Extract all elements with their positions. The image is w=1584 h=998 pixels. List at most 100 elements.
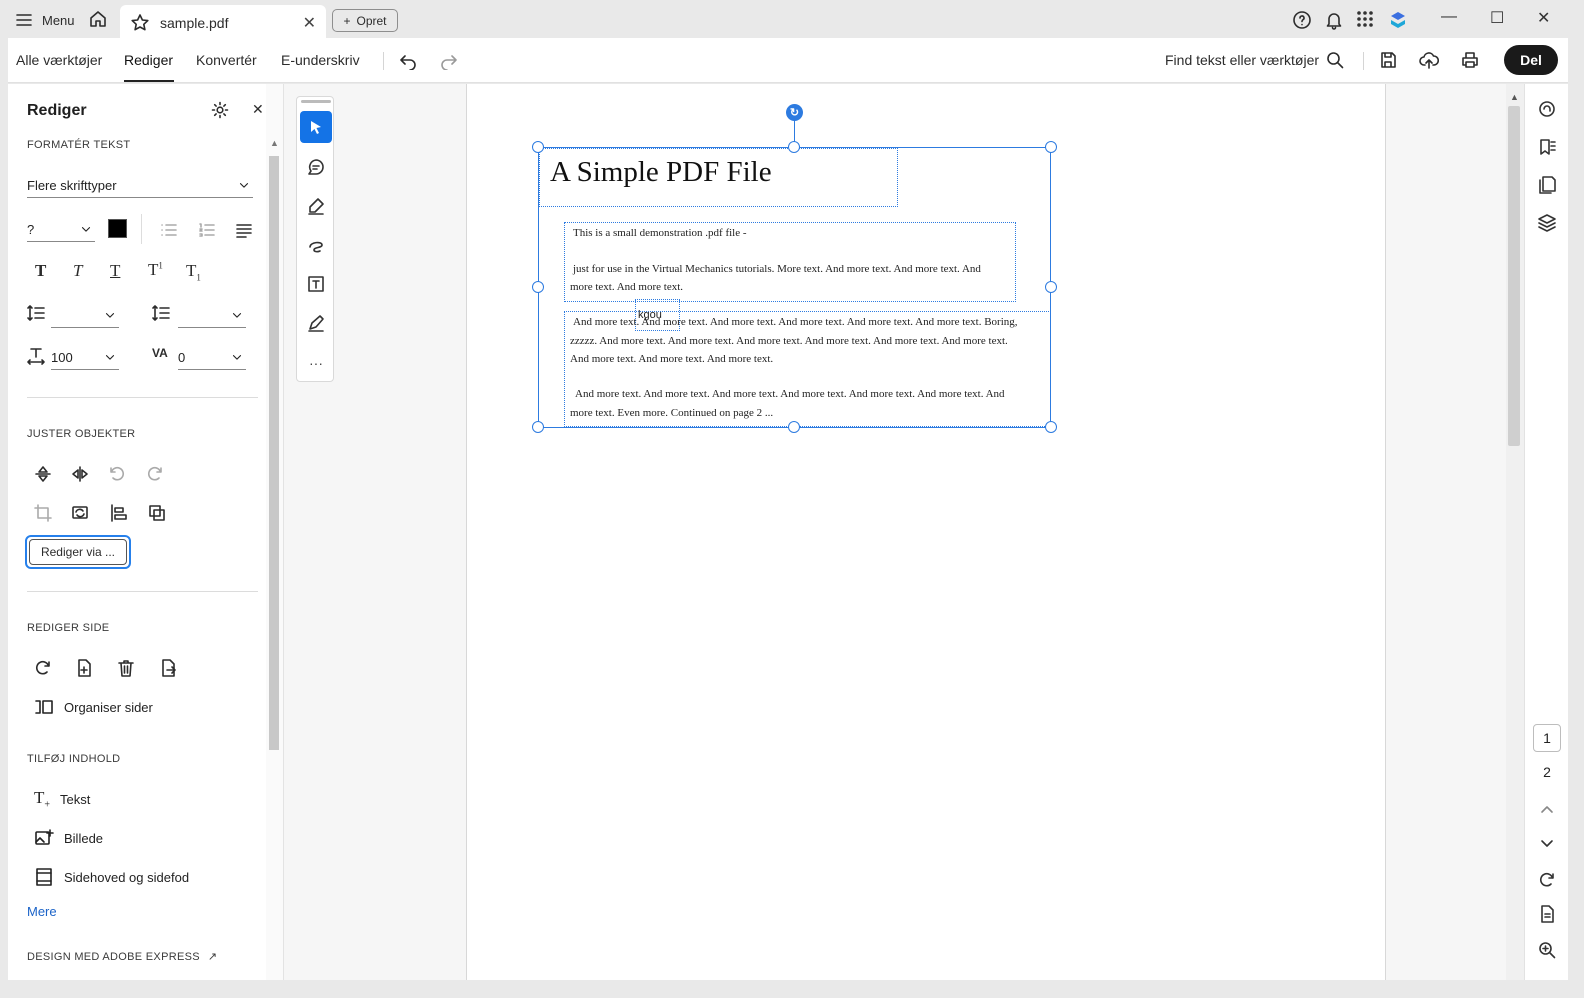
chevron-down-icon[interactable] — [1537, 833, 1557, 853]
page-number-next[interactable]: 2 — [1533, 758, 1561, 786]
font-size-dropdown[interactable]: ? — [27, 218, 95, 242]
page-number-current[interactable]: 1 — [1533, 724, 1561, 752]
flip-horizontal-icon[interactable] — [70, 464, 90, 484]
menu-button[interactable]: Menu — [14, 8, 75, 32]
character-spacing-dropdown[interactable]: 0 — [178, 346, 246, 370]
resize-handle-top[interactable] — [788, 141, 800, 153]
divider — [383, 52, 384, 70]
more-tools-icon[interactable]: ··· — [300, 347, 332, 379]
undo-icon[interactable] — [398, 50, 418, 70]
resize-handle-left[interactable] — [532, 281, 544, 293]
text-color-swatch[interactable] — [108, 219, 127, 238]
ai-chat-icon[interactable] — [1537, 99, 1557, 119]
upload-cloud-icon[interactable] — [1419, 50, 1439, 70]
select-tool-icon[interactable] — [300, 111, 332, 143]
nav-e-sign[interactable]: E-underskriv — [281, 52, 360, 68]
comment-icon[interactable] — [300, 151, 332, 183]
scroll-up-arrow-icon[interactable]: ▲ — [270, 138, 279, 148]
header-footer-button[interactable]: Sidehoved og sidefod — [34, 867, 189, 887]
minimize-icon[interactable]: — — [1441, 8, 1457, 26]
italic-icon[interactable]: T — [73, 261, 82, 281]
highlight-icon[interactable] — [300, 190, 332, 222]
page-fit-icon[interactable] — [1537, 904, 1557, 924]
nav-edit[interactable]: Rediger — [124, 52, 173, 68]
help-icon[interactable] — [1292, 10, 1312, 30]
nav-all-tools[interactable]: Alle værktøjer — [16, 52, 102, 68]
add-image-button[interactable]: Billede — [34, 828, 103, 848]
flip-vertical-icon[interactable] — [33, 464, 53, 484]
maximize-icon[interactable]: ☐ — [1490, 8, 1504, 28]
subscript-icon[interactable]: T1 — [186, 261, 201, 282]
panel-scrollbar-thumb[interactable] — [269, 156, 279, 750]
resize-handle-bottom-right[interactable] — [1045, 421, 1057, 433]
add-text-button[interactable]: T+ Tekst — [34, 788, 90, 810]
document-scrollbar[interactable]: ▲ — [1506, 84, 1524, 980]
superscript-icon[interactable]: T1 — [148, 260, 163, 280]
apps-grid-icon[interactable] — [1356, 10, 1374, 28]
print-icon[interactable] — [1460, 50, 1480, 70]
rotate-page-icon[interactable] — [33, 658, 53, 678]
resize-handle-top-right[interactable] — [1045, 141, 1057, 153]
scroll-up-icon[interactable]: ▲ — [1510, 92, 1519, 102]
insert-page-icon[interactable] — [74, 658, 94, 678]
close-panel-icon[interactable]: ✕ — [252, 101, 264, 118]
underline-icon[interactable]: T — [110, 261, 120, 281]
align-text-icon[interactable] — [234, 220, 254, 240]
paragraph-spacing-dropdown[interactable] — [178, 304, 246, 328]
home-icon[interactable] — [88, 9, 108, 29]
design-with-adobe-express-link[interactable]: DESIGN MED ADOBE EXPRESS ↗ — [27, 950, 217, 964]
horizontal-scale-dropdown[interactable]: 100 — [51, 346, 119, 370]
align-left-objects-icon[interactable] — [109, 503, 129, 523]
rotate-right-icon[interactable] — [145, 464, 165, 484]
panel-scrollbar[interactable]: ▲ — [266, 84, 284, 980]
bold-icon[interactable]: T — [35, 261, 46, 281]
drag-handle[interactable] — [301, 100, 331, 103]
extract-page-icon[interactable] — [158, 658, 178, 678]
font-size-value: ? — [27, 222, 35, 237]
edit-via-label: Rediger via ... — [29, 539, 127, 565]
arrange-icon[interactable] — [147, 503, 167, 523]
selection-box[interactable] — [538, 147, 1051, 428]
rotate-handle-icon[interactable]: ↻ — [786, 104, 803, 121]
bullet-list-icon[interactable] — [159, 220, 179, 240]
document-tab[interactable]: sample.pdf ✕ — [120, 5, 326, 40]
resize-handle-top-left[interactable] — [532, 141, 544, 153]
star-icon[interactable] — [130, 13, 150, 33]
document-scrollbar-thumb[interactable] — [1508, 106, 1520, 446]
nav-convert[interactable]: Konvertér — [196, 52, 257, 68]
sign-icon[interactable] — [300, 307, 332, 339]
resize-handle-bottom-left[interactable] — [532, 421, 544, 433]
layers-icon[interactable] — [1537, 213, 1557, 233]
redo-icon[interactable] — [439, 50, 459, 70]
numbered-list-icon[interactable] — [197, 220, 217, 240]
gear-icon[interactable] — [210, 100, 230, 120]
replace-image-icon[interactable] — [70, 503, 90, 523]
line-spacing-dropdown[interactable] — [51, 304, 119, 328]
resize-handle-bottom[interactable] — [788, 421, 800, 433]
rotate-left-icon[interactable] — [107, 464, 127, 484]
text-box-icon[interactable] — [300, 268, 332, 300]
bookmark-icon[interactable] — [1537, 137, 1557, 157]
create-button[interactable]: + Opret — [332, 9, 398, 32]
refresh-icon[interactable] — [1537, 870, 1557, 890]
close-tab-icon[interactable]: ✕ — [303, 13, 316, 33]
organize-pages-button[interactable]: Organiser sider — [34, 697, 153, 717]
close-window-icon[interactable]: ✕ — [1537, 8, 1550, 28]
resize-handle-right[interactable] — [1045, 281, 1057, 293]
page-thumbnails-icon[interactable] — [1537, 175, 1557, 195]
draw-icon[interactable] — [300, 229, 332, 261]
edit-via-button[interactable]: Rediger via ... — [25, 535, 131, 569]
save-icon[interactable] — [1378, 50, 1398, 70]
bell-icon[interactable] — [1324, 10, 1344, 30]
crop-icon[interactable] — [33, 503, 53, 523]
chevron-up-icon[interactable] — [1537, 800, 1557, 820]
more-link[interactable]: Mere — [27, 904, 57, 919]
find-text-or-tools[interactable]: Find tekst eller værktøjer — [1165, 52, 1319, 68]
ai-assistant-icon[interactable] — [1388, 10, 1408, 30]
share-button[interactable]: Del — [1504, 45, 1558, 75]
zoom-in-icon[interactable] — [1537, 940, 1557, 960]
font-family-value: Flere skrifttyper — [27, 178, 117, 193]
delete-page-icon[interactable] — [116, 658, 136, 678]
search-icon[interactable] — [1325, 50, 1345, 70]
font-family-dropdown[interactable]: Flere skrifttyper — [27, 174, 253, 198]
